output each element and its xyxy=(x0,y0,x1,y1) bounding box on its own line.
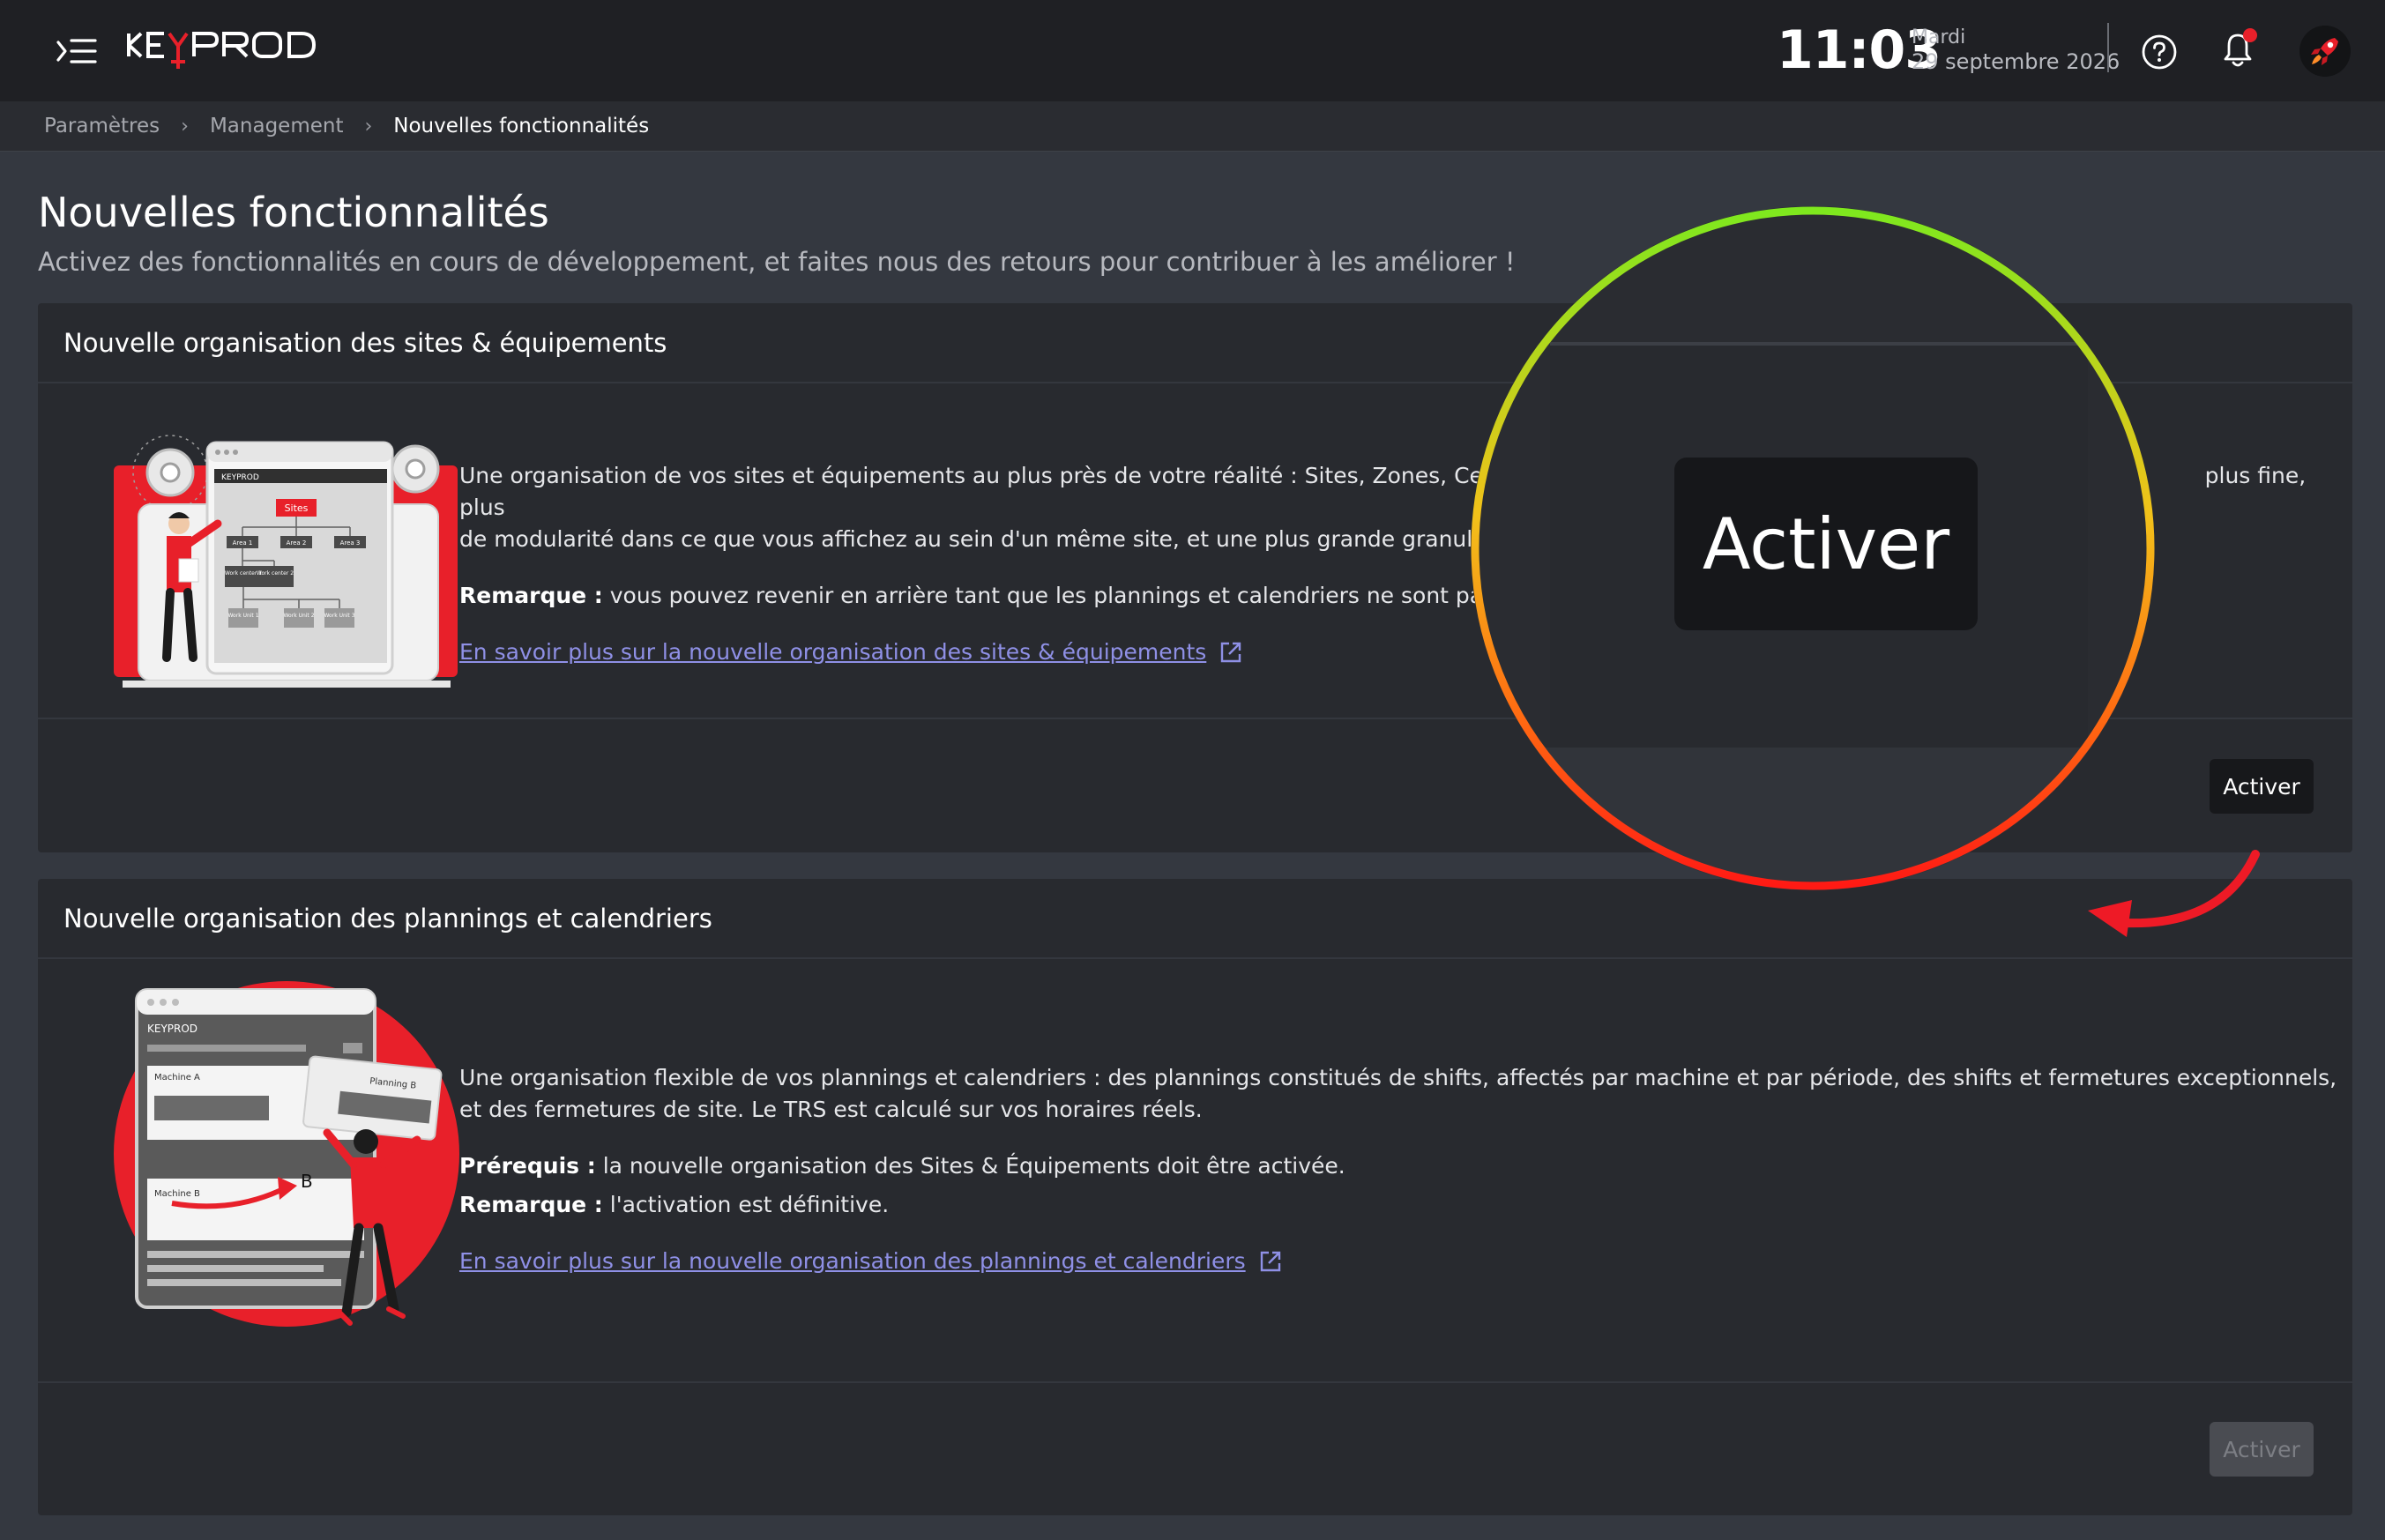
menu-toggle-icon[interactable] xyxy=(55,33,97,69)
activate-button-plannings[interactable]: Activer xyxy=(2210,1422,2314,1477)
chevron-right-icon: › xyxy=(364,115,373,138)
illustration-machine-label: Machine A xyxy=(154,1073,200,1082)
illustration-area-label: Area 3 xyxy=(340,539,361,547)
card-divider xyxy=(38,1381,2352,1383)
illustration-logo: KEYPROD xyxy=(221,473,259,482)
keyprod-logo[interactable] xyxy=(125,23,324,78)
notification-badge xyxy=(2243,28,2257,42)
illustration-unit-label: Work Unit 1 xyxy=(227,613,258,619)
remark-text: vous pouvez revenir en arrière tant que … xyxy=(609,583,1528,608)
sites-equipment-illustration: KEYPROD Sites Area 1 Area 2 Area 3 Work … xyxy=(114,435,458,688)
illustration-machine-label: Machine B xyxy=(154,1189,200,1199)
clock-date: 29 septembre 2026 xyxy=(1912,49,2120,74)
help-icon[interactable] xyxy=(2141,33,2178,71)
zoom-lens: Activer xyxy=(1471,206,2155,890)
feature-card-title: Nouvelle organisation des plannings et c… xyxy=(38,879,2352,959)
plannings-calendars-illustration: KEYPROD Machine A Machine B Planning B B xyxy=(114,981,459,1327)
illustration-unit-label: Work Unit 3 xyxy=(324,613,354,619)
breadcrumb-item-current: Nouvelles fonctionnalités xyxy=(393,115,650,138)
prereq-text: la nouvelle organisation des Sites & Équ… xyxy=(602,1153,1345,1179)
illustration-root-label: Sites xyxy=(285,502,309,514)
page-subtitle: Activez des fonctionnalités en cours de … xyxy=(38,247,1516,277)
feature-description: Une organisation flexible de vos plannin… xyxy=(459,1062,2337,1277)
external-link-icon xyxy=(1260,1251,1280,1272)
learn-more-label: En savoir plus sur la nouvelle organisat… xyxy=(459,639,1207,665)
breadcrumb-item-management[interactable]: Management xyxy=(210,115,344,138)
breadcrumb-item-parametres[interactable]: Paramètres xyxy=(44,115,160,138)
top-bar: 11:03 Mardi 29 septembre 2026 xyxy=(0,0,2385,101)
learn-more-label: En savoir plus sur la nouvelle organisat… xyxy=(459,1248,1246,1274)
illustration-logo: KEYPROD xyxy=(147,1023,198,1035)
feature-card-plannings: Nouvelle organisation des plannings et c… xyxy=(38,879,2352,1515)
chevron-right-icon: › xyxy=(181,115,189,138)
remark-text: l'activation est définitive. xyxy=(609,1192,890,1217)
learn-more-link-sites[interactable]: En savoir plus sur la nouvelle organisat… xyxy=(459,636,1243,668)
prereq-label: Prérequis : xyxy=(459,1153,596,1179)
header-divider xyxy=(2107,23,2109,72)
clock-day: Mardi xyxy=(1912,26,1966,48)
rocket-icon xyxy=(2311,38,2338,65)
illustration-area-label: Area 2 xyxy=(287,539,307,547)
feature-description-text: Une organisation de vos sites et équipem… xyxy=(459,463,1528,488)
zoom-callout: Activer xyxy=(1471,206,2155,890)
remark-label: Remarque : xyxy=(459,1192,603,1217)
avatar[interactable] xyxy=(2299,26,2351,77)
external-link-icon xyxy=(1221,642,1241,663)
zoom-strip xyxy=(1471,748,2155,890)
feature-description-text: Une organisation flexible de vos plannin… xyxy=(459,1065,2337,1122)
breadcrumb: Paramètres › Management › Nouvelles fonc… xyxy=(0,101,2385,152)
illustration-letter: B xyxy=(301,1171,313,1192)
learn-more-link-plannings[interactable]: En savoir plus sur la nouvelle organisat… xyxy=(459,1246,1283,1277)
illustration-unit-label: Work Unit 2 xyxy=(283,613,314,619)
page-title: Nouvelles fonctionnalités xyxy=(38,189,549,236)
illustration-center-label: Work center 2 xyxy=(257,570,294,577)
activate-button-sites[interactable]: Activer xyxy=(2210,759,2314,814)
zoomed-activate-button: Activer xyxy=(1674,458,1978,630)
remark-label: Remarque : xyxy=(459,583,603,608)
illustration-area-label: Area 1 xyxy=(233,539,253,547)
